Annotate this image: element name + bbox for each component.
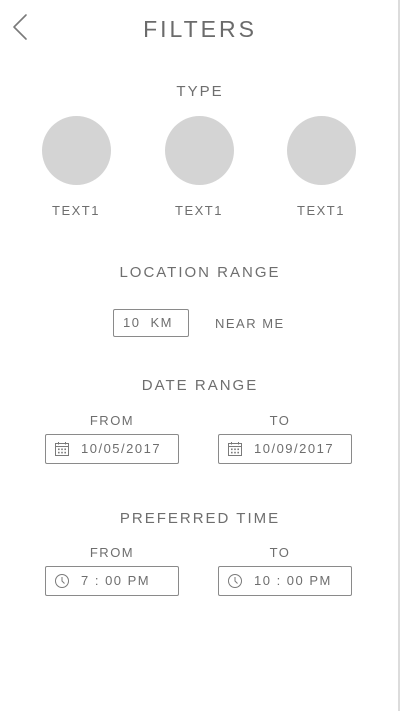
type-option-circle xyxy=(165,116,234,185)
type-option-circle xyxy=(42,116,111,185)
distance-unit: KM xyxy=(150,315,173,330)
distance-value: 10 xyxy=(123,315,141,330)
type-option-circle xyxy=(287,116,356,185)
calendar-icon xyxy=(227,441,243,457)
time-from-label: FROM xyxy=(89,545,135,560)
date-to-label: TO xyxy=(269,413,291,428)
time-to-field[interactable]: 10 : 00 PM xyxy=(218,566,352,596)
page-title: FILTERS xyxy=(143,16,257,42)
date-to-field[interactable]: 10/09/2017 xyxy=(218,434,352,464)
time-to-value: 10 : 00 PM xyxy=(254,573,332,588)
time-from-value: 7 : 00 PM xyxy=(81,573,151,588)
type-option-label: TEXT1 xyxy=(297,203,345,218)
type-option-label: TEXT1 xyxy=(175,203,223,218)
preferred-time-label: PREFERRED TIME xyxy=(119,510,281,527)
type-option-1[interactable]: TEXT1 xyxy=(31,116,121,220)
date-from-label: FROM xyxy=(89,413,135,428)
time-to-label: TO xyxy=(269,545,291,560)
distance-input[interactable]: 10 KM xyxy=(113,309,189,337)
type-option-2[interactable]: TEXT1 xyxy=(154,116,244,220)
clock-icon xyxy=(227,573,243,589)
date-from-value: 10/05/2017 xyxy=(81,441,162,456)
type-section-label: TYPE xyxy=(176,83,224,100)
date-to-value: 10/09/2017 xyxy=(254,441,335,456)
clock-icon xyxy=(54,573,70,589)
type-option-label: TEXT1 xyxy=(52,203,100,218)
location-range-label: LOCATION RANGE xyxy=(119,264,281,281)
date-from-field[interactable]: 10/05/2017 xyxy=(45,434,179,464)
date-range-label: DATE RANGE xyxy=(141,377,259,394)
time-from-field[interactable]: 7 : 00 PM xyxy=(45,566,179,596)
calendar-icon xyxy=(54,441,70,457)
type-option-3[interactable]: TEXT1 xyxy=(276,116,366,220)
near-me-button[interactable]: NEAR ME xyxy=(215,316,285,331)
